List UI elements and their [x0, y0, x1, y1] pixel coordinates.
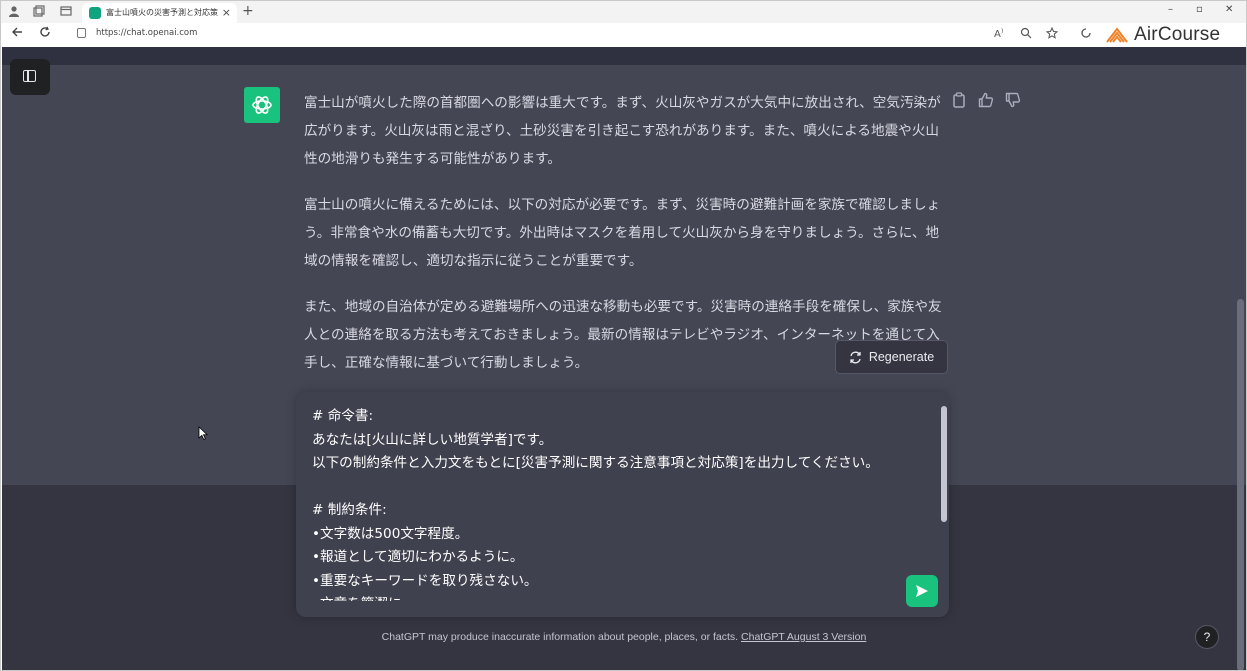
brand-name: AirCourse [1134, 24, 1221, 45]
disclaimer-text: ChatGPT may produce inaccurate informati… [381, 631, 742, 643]
browser-tab-active[interactable]: 富士山噴火の災害予測と対応策 × [82, 3, 237, 23]
prompt-textarea[interactable]: # 命令書: あなたは[火山に詳しい地質学者]です。 以下の制約条件と入力文をも… [312, 405, 932, 601]
aircourse-mark-icon [1106, 27, 1128, 43]
thumbs-down-icon[interactable] [1004, 91, 1021, 108]
back-arrow-icon[interactable] [11, 26, 23, 42]
sidebar-toggle-button[interactable] [10, 59, 50, 95]
regenerate-button[interactable]: Regenerate [835, 340, 948, 374]
workspaces-icon[interactable] [32, 5, 46, 19]
svg-text:A: A [994, 29, 1001, 39]
browser-window: 富士山噴火の災害予測と対応策 × + – ▫ ✕ https://chat.op… [0, 0, 1247, 671]
profile-icon[interactable] [7, 5, 21, 19]
minimize-button[interactable]: – [1168, 4, 1173, 15]
mouse-cursor-icon [198, 426, 208, 440]
site-info-icon[interactable] [77, 28, 86, 38]
read-aloud-icon[interactable]: A) [994, 27, 1006, 42]
zoom-icon[interactable] [1020, 27, 1032, 42]
sync-icon[interactable] [1080, 27, 1092, 42]
message-actions [950, 91, 1021, 108]
copy-clipboard-icon[interactable] [950, 91, 967, 108]
footer-disclaimer: ChatGPT may produce inaccurate informati… [2, 631, 1246, 643]
regenerate-label: Regenerate [868, 350, 935, 364]
page-scrollbar[interactable] [1237, 299, 1244, 670]
assistant-avatar [244, 87, 280, 123]
refresh-icon[interactable] [39, 26, 51, 42]
thumbs-up-icon[interactable] [977, 91, 994, 108]
close-window-button[interactable]: ✕ [1225, 4, 1233, 15]
top-strip [2, 47, 1246, 65]
address-bar-row: https://chat.openai.com A) AirCourse [1, 23, 1246, 47]
favorite-star-icon[interactable] [1045, 26, 1059, 42]
aircourse-logo: AirCourse [1105, 24, 1220, 46]
tab-title: 富士山噴火の災害予測と対応策 [106, 8, 218, 17]
svg-text:): ) [1001, 28, 1003, 35]
send-arrow-icon [916, 585, 928, 597]
tab-actions-icon[interactable] [59, 5, 73, 19]
regenerate-icon [850, 351, 861, 363]
tab-close-icon[interactable]: × [222, 3, 231, 23]
openai-logo-icon [252, 96, 272, 114]
new-tab-button[interactable]: + [242, 3, 254, 19]
message-paragraph-1: 富士山が噴火した際の首都圏への影響は重大です。まず、火山灰やガスが大気中に放出さ… [304, 95, 941, 167]
version-link[interactable]: ChatGPT August 3 Version [741, 631, 866, 643]
send-button[interactable] [906, 575, 938, 607]
message-composer[interactable]: # 命令書: あなたは[火山に詳しい地質学者]です。 以下の制約条件と入力文をも… [296, 392, 949, 617]
composer-scrollbar[interactable] [941, 406, 947, 522]
chatgpt-favicon-icon [89, 7, 101, 19]
url-field[interactable]: https://chat.openai.com [96, 28, 197, 38]
restore-button[interactable]: ▫ [1196, 4, 1203, 15]
sidebar-icon [23, 70, 36, 82]
help-button[interactable]: ? [1195, 625, 1219, 649]
chatgpt-app: 富士山が噴火した際の首都圏への影響は重大です。まず、火山灰やガスが大気中に放出さ… [2, 47, 1246, 670]
message-paragraph-2: 富士山の噴火に備えるためには、以下の対応が必要です。まず、災害時の避難計画を家族… [304, 197, 941, 269]
tab-strip: 富士山噴火の災害予測と対応策 × + – ▫ ✕ [1, 1, 1246, 23]
